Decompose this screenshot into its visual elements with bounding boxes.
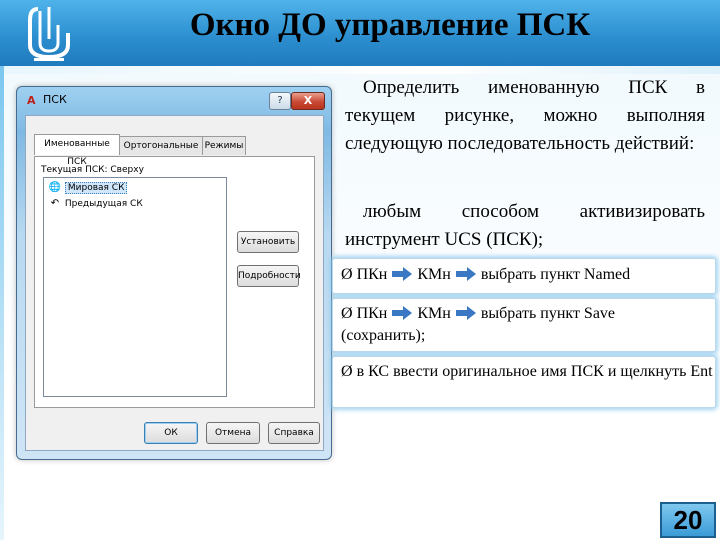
- close-button[interactable]: X: [291, 92, 325, 110]
- dialog-title: ПСК: [43, 93, 67, 106]
- cancel-button[interactable]: Отмена: [206, 422, 260, 444]
- step-1-part2: КМн: [417, 266, 451, 283]
- step-1-part3: выбрать пункт Named: [480, 266, 631, 283]
- current-ucs-label: Текущая ПСК: Сверху: [41, 165, 144, 175]
- dialog-body: Именованные ПСК Ортогональные ПСК Режимы…: [25, 115, 324, 451]
- step-3-text: в КС ввести оригинальное имя ПСК и щелкн…: [356, 363, 713, 380]
- tab-named-ucs[interactable]: Именованные ПСК: [34, 134, 120, 167]
- world-icon: 🌐: [48, 182, 62, 193]
- step-2-part2: КМн: [417, 305, 451, 322]
- previous-arrow-icon: ↶: [50, 198, 60, 209]
- ok-button[interactable]: ОК: [144, 422, 198, 444]
- tab-settings[interactable]: Режимы: [202, 136, 246, 155]
- ucs-list[interactable]: 🌐 Мировая СК ↶ Предыдущая СК: [43, 177, 227, 397]
- right-arrow-icon: [455, 306, 476, 320]
- page-number: 20: [660, 502, 716, 538]
- bullet-arrow-icon: Ø: [341, 305, 353, 322]
- right-arrow-icon: [455, 267, 476, 281]
- ucs-dialog: A ПСК ? X Именованные ПСК Ортогональные …: [16, 86, 332, 460]
- right-arrow-icon: [392, 267, 413, 281]
- right-arrow-icon: [392, 306, 413, 320]
- intro-text: Определить именованную ПСК в текущем рис…: [345, 77, 705, 154]
- slide-header: Окно ДО управление ПСК: [0, 0, 720, 66]
- list-item-world-ucs[interactable]: 🌐 Мировая СК: [48, 181, 128, 195]
- university-logo-icon: [28, 7, 70, 61]
- step-1-part1: ПКн: [356, 266, 388, 283]
- list-item-label: Мировая СК: [64, 182, 128, 194]
- bullet-arrow-icon: Ø: [341, 266, 353, 283]
- step-3-callout: Ø в КС ввести оригинальное имя ПСК и щел…: [332, 356, 716, 408]
- named-ucs-panel: Текущая ПСК: Сверху 🌐 Мировая СК ↶ Преды…: [34, 156, 315, 408]
- method-paragraph: любым способом активизировать инструмент…: [345, 198, 705, 254]
- step-2-part3: выбрать пункт Save: [480, 305, 616, 322]
- step-2-part4: (сохранить);: [341, 327, 426, 344]
- bullet-arrow-icon: Ø: [341, 363, 353, 380]
- header-stripe: [0, 66, 720, 74]
- method-text: любым способом активизировать инструмент…: [345, 201, 705, 250]
- help-dialog-button[interactable]: Справка: [268, 422, 320, 444]
- slide-title: Окно ДО управление ПСК: [189, 7, 591, 43]
- left-edge-decoration: [0, 66, 4, 540]
- autocad-app-icon: A: [27, 94, 36, 107]
- step-2-part1: ПКн: [356, 305, 388, 322]
- tab-orthographic-ucs[interactable]: Ортогональные ПСК: [118, 136, 204, 169]
- step-2-callout: Ø ПКн КМн выбрать пункт Save (сохранить)…: [332, 298, 716, 352]
- details-button[interactable]: Подробности: [237, 265, 301, 287]
- set-current-button[interactable]: Установить: [237, 231, 299, 253]
- step-1-callout: Ø ПКн КМн выбрать пункт Named: [332, 258, 716, 294]
- list-item-label: Предыдущая СК: [64, 199, 143, 209]
- list-item-previous-ucs[interactable]: ↶ Предыдущая СК: [48, 197, 143, 211]
- intro-paragraph: Определить именованную ПСК в текущем рис…: [345, 74, 705, 158]
- help-button[interactable]: ?: [269, 92, 291, 110]
